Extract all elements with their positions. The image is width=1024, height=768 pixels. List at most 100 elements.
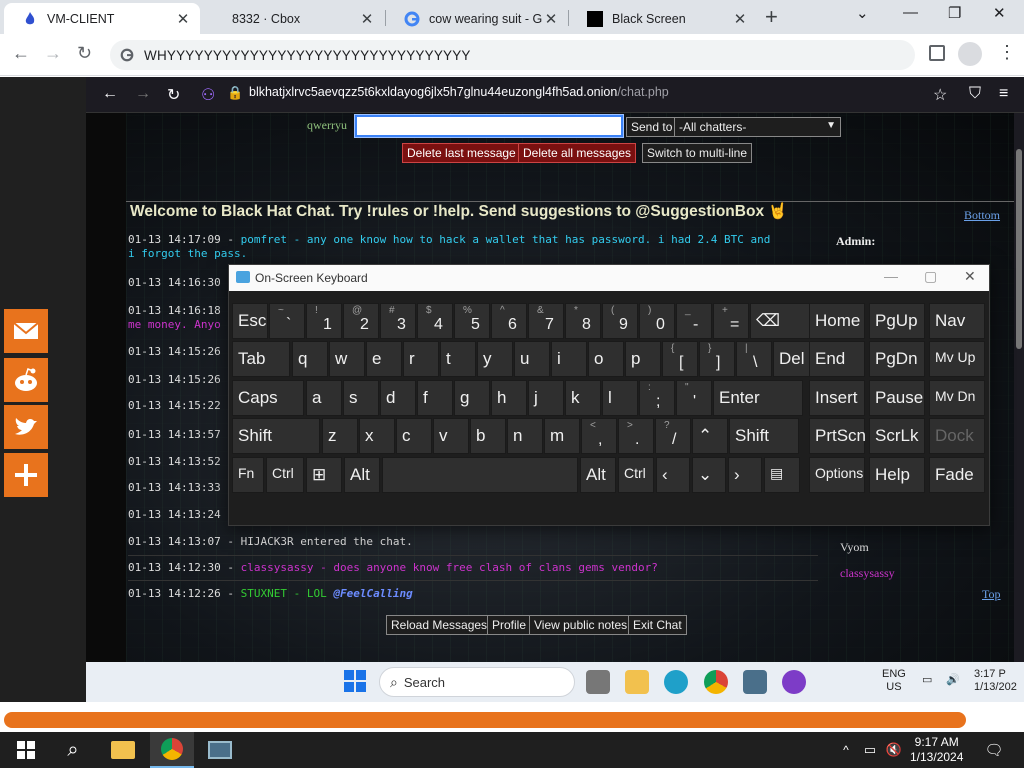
close-tab-icon[interactable]: ✕ (174, 10, 192, 28)
chrome-menu-icon[interactable]: ⋮ (998, 42, 1016, 63)
bookmark-star-icon[interactable]: ☆ (933, 85, 947, 105)
key-v[interactable]: v (433, 418, 469, 454)
switch-multiline-button[interactable]: Switch to multi-line (642, 143, 753, 163)
network-icon[interactable]: ▭ (860, 732, 880, 768)
view-notes-button[interactable]: View public notes (529, 615, 633, 635)
key-enter[interactable]: Enter (713, 380, 803, 416)
key-l[interactable]: l (602, 380, 638, 416)
email-share-button[interactable] (4, 309, 48, 353)
key-u[interactable]: u (514, 341, 550, 377)
key-s[interactable]: s (343, 380, 379, 416)
language-indicator[interactable]: ENG US (882, 668, 906, 694)
key-shift-left[interactable]: Shift (232, 418, 320, 454)
host-clock[interactable]: 9:17 AM 1/13/2024 (910, 735, 963, 765)
scrollbar-thumb[interactable] (1016, 149, 1022, 349)
exit-chat-button[interactable]: Exit Chat (628, 615, 687, 635)
ff-back-icon[interactable]: ← (102, 85, 118, 103)
key-scrlk[interactable]: ScrLk (869, 418, 925, 454)
vm-clock[interactable]: 3:17 P 1/13/202 (974, 668, 1017, 694)
arrow-up-key-icon[interactable]: ⌃ (692, 418, 728, 454)
host-horizontal-scrollbar[interactable] (0, 702, 1024, 732)
twitter-share-button[interactable] (4, 405, 48, 449)
tray-chevron-up-icon[interactable]: ^ (838, 732, 854, 768)
arrow-left-key-icon[interactable]: ‹ (656, 457, 690, 493)
page-scrollbar[interactable] (1014, 113, 1024, 702)
key-b[interactable]: b (470, 418, 506, 454)
top-link[interactable]: Top (982, 587, 1001, 602)
remote-desktop-icon[interactable] (200, 732, 240, 768)
lock-icon[interactable]: 🔒 (227, 85, 243, 101)
address-bar[interactable]: WHYYYYYYYYYYYYYYYYYYYYYYYYYYYYYYYYY (110, 40, 915, 70)
send-to-select[interactable]: -All chatters- ▼ (674, 117, 841, 137)
key-5[interactable]: % 5 (454, 303, 490, 339)
key-4[interactable]: $4 (417, 303, 453, 339)
new-tab-button[interactable]: + (765, 4, 778, 30)
key-punct[interactable]: " ' (676, 380, 712, 416)
tab-google-search[interactable]: cow wearing suit - Goo ✕ (386, 3, 568, 34)
volume-muted-icon[interactable]: 🔇 (884, 732, 904, 768)
key-space[interactable] (382, 457, 578, 493)
back-arrow-icon[interactable]: ← (12, 43, 30, 64)
key-caps[interactable]: Caps (232, 380, 304, 416)
ff-forward-icon[interactable]: → (135, 85, 151, 103)
vm-search-box[interactable]: ⌕ Search (379, 667, 575, 697)
key-bracket[interactable]: {[ (662, 341, 698, 377)
scrollbar-thumb[interactable] (4, 712, 966, 728)
key-3[interactable]: #3 (380, 303, 416, 339)
key-x[interactable]: x (359, 418, 395, 454)
key-w[interactable]: w (329, 341, 365, 377)
profile-avatar-icon[interactable] (958, 42, 982, 66)
more-share-button[interactable] (4, 453, 48, 497)
key-a[interactable]: a (306, 380, 342, 416)
key-`[interactable]: ~ ` (269, 303, 305, 339)
minimize-button[interactable]: — (903, 4, 918, 21)
key-o[interactable]: o (588, 341, 624, 377)
reload-messages-button[interactable]: Reload Messages (386, 615, 493, 635)
key-t[interactable]: t (440, 341, 476, 377)
edge-icon[interactable] (664, 670, 688, 694)
chrome-taskbar-icon[interactable] (150, 732, 194, 768)
key-options[interactable]: Options (809, 457, 865, 493)
ff-reload-icon[interactable]: ↻ (167, 85, 180, 105)
key-nav[interactable]: Nav (929, 303, 985, 339)
close-tab-icon[interactable]: ✕ (731, 10, 749, 28)
key-bracket[interactable]: | \ (736, 341, 772, 377)
key-punct[interactable]: :; (639, 380, 675, 416)
chrome-icon[interactable] (704, 670, 728, 694)
ff-menu-icon[interactable]: ≡ (999, 85, 1008, 103)
search-icon[interactable]: ⌕ (56, 732, 90, 768)
key-punct[interactable]: >. (618, 418, 654, 454)
key-ctrl[interactable]: Ctrl (266, 457, 304, 493)
forward-arrow-icon[interactable]: → (44, 43, 62, 64)
side-panel-icon[interactable] (929, 45, 945, 61)
tor-circuit-icon[interactable]: ⚇ (201, 85, 215, 105)
shield-icon[interactable]: ⛉ (969, 85, 981, 103)
key-=[interactable]: + = (713, 303, 749, 339)
tab-black-screen[interactable]: Black Screen ✕ (569, 3, 757, 34)
key-7[interactable]: & 7 (528, 303, 564, 339)
arrow-right-key-icon[interactable]: › (728, 457, 762, 493)
key-pgdn[interactable]: PgDn (869, 341, 925, 377)
remote-desktop-icon[interactable] (743, 670, 767, 694)
profile-button[interactable]: Profile (487, 615, 532, 635)
key-pgup[interactable]: PgUp (869, 303, 925, 339)
key-d[interactable]: d (380, 380, 416, 416)
key-fn[interactable]: Fn (232, 457, 264, 493)
windows-key-icon[interactable]: ⊞ (306, 457, 342, 493)
key-pause[interactable]: Pause (869, 380, 925, 416)
key-j[interactable]: j (528, 380, 564, 416)
on-screen-keyboard[interactable]: On-Screen Keyboard — ▢ ✕ Esc ~ `! 1 @2 #3 $4% 5… (228, 264, 990, 526)
windows-start-icon[interactable] (12, 732, 40, 768)
backspace-key-icon[interactable]: ⌫ (750, 303, 818, 339)
key-punct[interactable]: <, (581, 418, 617, 454)
osk-maximize-button[interactable]: ▢ (924, 268, 937, 285)
key-home[interactable]: Home (809, 303, 865, 339)
windows-start-icon[interactable] (344, 670, 366, 692)
key-6[interactable]: ^ 6 (491, 303, 527, 339)
file-explorer-icon[interactable] (104, 732, 142, 768)
osk-close-button[interactable]: ✕ (964, 268, 976, 285)
key-mvup[interactable]: Mv Up (929, 341, 985, 377)
key-punct[interactable]: ? / (655, 418, 691, 454)
key-0[interactable]: ) 0 (639, 303, 675, 339)
key--[interactable]: _ - (676, 303, 712, 339)
